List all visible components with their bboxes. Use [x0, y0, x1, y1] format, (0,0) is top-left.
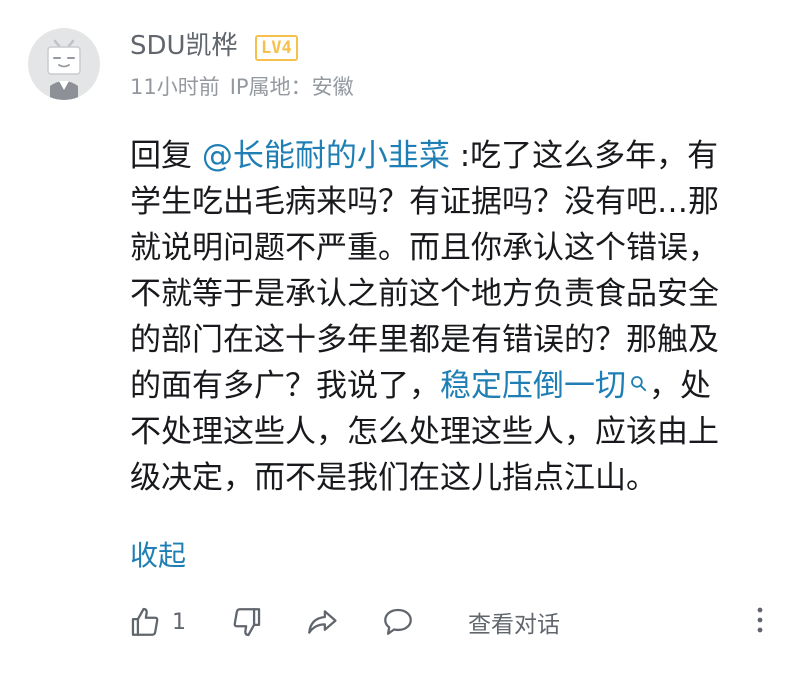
- comment-line: 回复 @长能耐的小韭菜 :吃了这么多年，有: [130, 133, 770, 179]
- comment-line: 不就等于是承认之前这个地方负责食品安全: [130, 271, 770, 317]
- comment-text: 学生吃出毛病来吗？有证据吗？没有吧…那: [130, 184, 719, 220]
- vertical-dots-icon: [757, 607, 763, 633]
- thumbs-up-icon: [131, 607, 159, 636]
- action-bar: 1 查看对话: [128, 600, 770, 644]
- username[interactable]: SDU凯桦: [130, 28, 238, 64]
- share-button[interactable]: [304, 605, 340, 639]
- comment-body: 回复 @长能耐的小韭菜 :吃了这么多年，有学生吃出毛病来吗？有证据吗？没有吧…那…: [130, 133, 770, 501]
- comment-text: 的部门在这十多年里都是有错误的？那触及: [130, 322, 719, 358]
- comment-text: ，处: [649, 368, 711, 404]
- comment-text: 不处理这些人，怎么处理这些人，应该由上: [130, 414, 719, 450]
- tv-mascot-icon: [47, 39, 81, 100]
- comment-text: 不就等于是承认之前这个地方负责食品安全: [130, 276, 719, 312]
- comment-line: 就说明问题不严重。而且你承认这个错误，: [130, 225, 770, 271]
- comment-line: 不处理这些人，怎么处理这些人，应该由上: [130, 409, 770, 455]
- post-time: 11小时前: [130, 75, 220, 99]
- collapse-button[interactable]: 收起: [130, 533, 186, 579]
- comment-line: 级决定，而不是我们在这儿指点江山。: [130, 455, 770, 501]
- comment-text: 就说明问题不严重。而且你承认这个错误，: [130, 230, 719, 266]
- avatar[interactable]: [28, 28, 100, 100]
- search-keyword-link[interactable]: 稳定压倒一切: [440, 368, 626, 404]
- comment-line: 的面有多广？我说了，稳定压倒一切 ，处: [130, 363, 770, 409]
- ip-location: IP属地：安徽: [229, 75, 354, 99]
- comment-line: 的部门在这十多年里都是有错误的？那触及: [130, 317, 770, 363]
- comment-text: 的面有多广？我说了，: [130, 368, 440, 404]
- mention-link[interactable]: @长能耐的小韭菜: [202, 138, 450, 174]
- share-icon: [308, 610, 337, 634]
- reply-button[interactable]: [380, 605, 416, 639]
- like-count: 1: [172, 609, 186, 635]
- comment-line: 学生吃出毛病来吗？有证据吗？没有吧…那: [130, 179, 770, 225]
- like-button[interactable]: 1: [128, 605, 186, 639]
- search-icon[interactable]: [630, 375, 647, 392]
- comment-text: :吃了这么多年，有: [449, 138, 719, 174]
- comment-text: 级决定，而不是我们在这儿指点江山。: [130, 460, 657, 496]
- view-conversation-link[interactable]: 查看对话: [468, 605, 560, 639]
- thumbs-down-icon: [233, 608, 261, 637]
- more-options-button[interactable]: [750, 603, 770, 641]
- level-badge: LV4: [255, 35, 298, 61]
- chat-bubble-icon: [384, 608, 412, 635]
- dislike-button[interactable]: [230, 605, 264, 639]
- comment-text: 回复: [130, 138, 202, 174]
- comment-meta: 11小时前 IP属地：安徽: [130, 72, 354, 102]
